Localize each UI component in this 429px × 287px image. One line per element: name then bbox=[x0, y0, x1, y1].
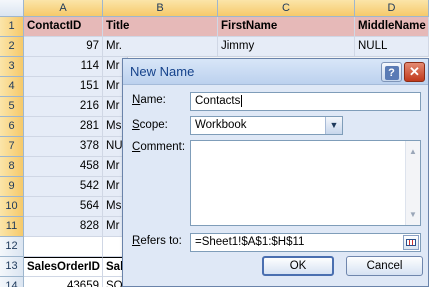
table-cell[interactable]: 114 bbox=[24, 57, 103, 77]
table-cell[interactable]: 281 bbox=[24, 117, 103, 137]
question-icon: ? bbox=[384, 66, 399, 80]
table-cell[interactable]: 43659 bbox=[24, 277, 103, 287]
header-cell-middlename[interactable]: MiddleName bbox=[355, 17, 429, 37]
row-header[interactable]: 13 bbox=[0, 257, 24, 277]
row-header[interactable]: 5 bbox=[0, 97, 24, 117]
row-header[interactable]: 6 bbox=[0, 117, 24, 137]
comment-label: Comment: bbox=[132, 141, 186, 153]
new-name-dialog: New Name ? ✕ Name: Contacts Scope: Workb… bbox=[122, 58, 429, 287]
row-header[interactable]: 2 bbox=[0, 37, 24, 57]
row-header[interactable]: 3 bbox=[0, 57, 24, 77]
name-label: Name: bbox=[132, 94, 166, 106]
header-cell-firstname[interactable]: FirstName bbox=[218, 17, 355, 37]
row-header[interactable]: 14 bbox=[0, 277, 24, 287]
table-cell[interactable]: 828 bbox=[24, 217, 103, 237]
comment-scrollbar[interactable]: ▲ ▼ bbox=[405, 141, 420, 225]
refers-to-label: Refers to: bbox=[132, 235, 182, 247]
header-cell-salesorderid[interactable]: SalesOrderID bbox=[24, 257, 103, 277]
refers-to-input[interactable]: =Sheet1!$A$1:$H$11 bbox=[190, 233, 421, 252]
ok-button[interactable]: OK bbox=[262, 256, 334, 276]
row-header[interactable]: 9 bbox=[0, 177, 24, 197]
dialog-title: New Name bbox=[130, 64, 195, 79]
table-cell[interactable]: 216 bbox=[24, 97, 103, 117]
scope-label: Scope: bbox=[132, 119, 168, 131]
text-caret bbox=[241, 94, 243, 107]
cancel-button[interactable]: Cancel bbox=[346, 256, 423, 276]
table-cell[interactable]: Jimmy bbox=[218, 37, 355, 57]
table-cell[interactable]: 97 bbox=[24, 37, 103, 57]
help-button[interactable]: ? bbox=[381, 62, 402, 82]
collapse-dialog-button[interactable] bbox=[403, 235, 419, 250]
range-select-icon bbox=[406, 239, 416, 246]
table-cell[interactable]: 458 bbox=[24, 157, 103, 177]
comment-textarea[interactable]: ▲ ▼ bbox=[190, 140, 421, 226]
header-cell-title[interactable]: Title bbox=[103, 17, 218, 37]
column-header-d[interactable]: D bbox=[355, 0, 429, 17]
scroll-down-icon[interactable]: ▼ bbox=[408, 206, 418, 223]
dialog-titlebar[interactable]: New Name ? ✕ bbox=[123, 59, 428, 85]
chevron-down-icon[interactable]: ▼ bbox=[325, 117, 342, 134]
row-header[interactable]: 7 bbox=[0, 137, 24, 157]
column-header-a[interactable]: A bbox=[24, 0, 103, 17]
close-button[interactable]: ✕ bbox=[404, 62, 425, 82]
row-header[interactable]: 10 bbox=[0, 197, 24, 217]
close-x-icon: ✕ bbox=[409, 64, 420, 79]
table-cell[interactable]: Mr. bbox=[103, 37, 218, 57]
table-cell[interactable]: 564 bbox=[24, 197, 103, 217]
header-cell-contactid[interactable]: ContactID bbox=[24, 17, 103, 37]
row-header[interactable]: 11 bbox=[0, 217, 24, 237]
table-cell[interactable] bbox=[24, 237, 103, 257]
row-header[interactable]: 12 bbox=[0, 237, 24, 257]
row-header[interactable]: 1 bbox=[0, 17, 24, 37]
column-header-b[interactable]: B bbox=[103, 0, 218, 17]
select-all-corner[interactable] bbox=[0, 0, 24, 17]
table-cell[interactable]: 378 bbox=[24, 137, 103, 157]
scroll-up-icon[interactable]: ▲ bbox=[408, 143, 418, 160]
table-cell[interactable]: NULL bbox=[355, 37, 429, 57]
table-cell[interactable]: 542 bbox=[24, 177, 103, 197]
table-cell[interactable]: 151 bbox=[24, 77, 103, 97]
name-input[interactable]: Contacts bbox=[190, 92, 421, 111]
row-header[interactable]: 8 bbox=[0, 157, 24, 177]
column-header-c[interactable]: C bbox=[218, 0, 355, 17]
row-header[interactable]: 4 bbox=[0, 77, 24, 97]
scope-select[interactable]: Workbook ▼ bbox=[190, 116, 343, 135]
